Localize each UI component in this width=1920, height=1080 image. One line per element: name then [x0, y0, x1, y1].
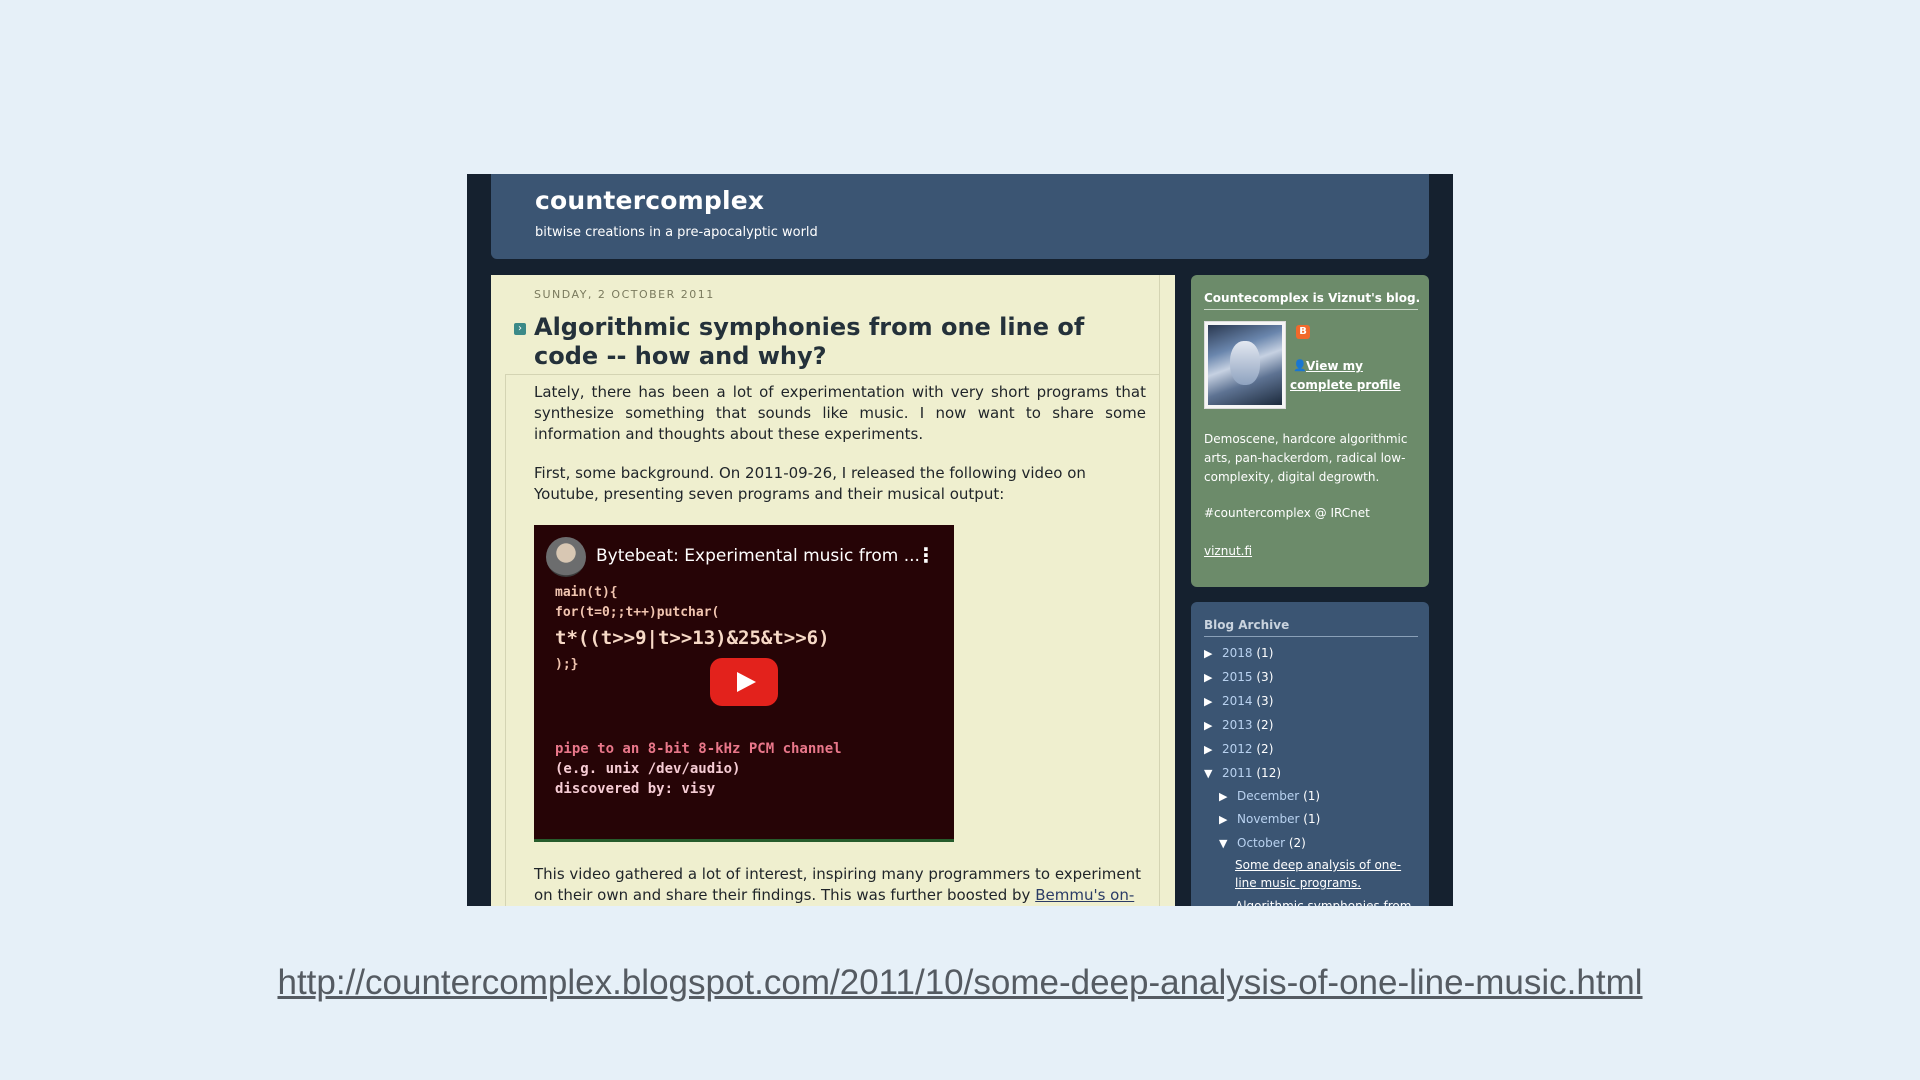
video-code-line: t*((t>>9|t>>13)&25&t>>6) — [555, 627, 830, 649]
expand-arrow-icon[interactable]: ▶ — [1204, 719, 1222, 732]
archive-item-count: (1) — [1303, 812, 1321, 826]
video-code-line: );} — [555, 657, 579, 672]
archive-item-label[interactable]: 2018 — [1222, 646, 1253, 660]
expand-arrow-icon[interactable]: ▶ — [1219, 813, 1237, 826]
collapse-arrow-icon[interactable]: ▼ — [1204, 767, 1222, 780]
profile-irc: #countercomplex @ IRCnet — [1204, 506, 1370, 520]
post-paragraph: This video gathered a lot of interest, i… — [534, 864, 1146, 906]
view-profile-link[interactable]: View my complete profile — [1290, 357, 1420, 395]
archive-item-2012[interactable]: ▶ 2012 (2) — [1204, 742, 1273, 756]
expand-arrow-icon[interactable]: ▶ — [1219, 790, 1237, 803]
post-column-border — [1159, 275, 1160, 906]
video-title[interactable]: Bytebeat: Experimental music from ... — [596, 546, 920, 566]
video-caption-line: pipe to an 8-bit 8-kHz PCM channel — [555, 741, 842, 757]
video-caption-line: (e.g. unix /dev/audio) — [555, 761, 741, 777]
archive-item-2011[interactable]: ▼ 2011 (12) — [1204, 766, 1281, 780]
archive-item-count: (2) — [1256, 718, 1274, 732]
archive-item-count: (3) — [1256, 694, 1274, 708]
archive-item-2015[interactable]: ▶ 2015 (3) — [1204, 670, 1273, 684]
archive-divider — [1204, 636, 1418, 637]
archive-item-december[interactable]: ▶ December (1) — [1219, 789, 1320, 803]
expand-arrow-icon[interactable]: ▶ — [1204, 743, 1222, 756]
archive-item-2014[interactable]: ▶ 2014 (3) — [1204, 694, 1273, 708]
post-paragraph: Lately, there has been a lot of experime… — [534, 383, 1146, 443]
blogger-icon[interactable]: B — [1296, 325, 1310, 339]
youtube-play-icon[interactable] — [710, 658, 778, 706]
post-body-border — [505, 374, 506, 906]
archive-title: Blog Archive — [1204, 618, 1290, 632]
post-bullet-icon: › — [514, 323, 526, 335]
blog-header: countercomplex bitwise creations in a pr… — [491, 174, 1429, 259]
video-code-line: for(t=0;;t++)putchar( — [555, 605, 720, 620]
expand-arrow-icon[interactable]: ▶ — [1204, 695, 1222, 708]
archive-post-link[interactable]: Algorithmic symphonies from — [1235, 897, 1421, 906]
blog-archive-widget: Blog Archive ▶ 2018 (1) ▶ 2015 (3) ▶ 2014 (… — [1191, 602, 1429, 906]
page-url-caption[interactable]: http://countercomplex.blogspot.com/2011/… — [0, 963, 1920, 1003]
archive-item-label[interactable]: December — [1237, 789, 1299, 803]
archive-item-count: (2) — [1288, 836, 1306, 850]
channel-avatar[interactable] — [546, 537, 586, 577]
youtube-video-embed[interactable]: Bytebeat: Experimental music from ... ⋮ … — [534, 525, 954, 842]
archive-item-count: (3) — [1256, 670, 1274, 684]
archive-item-2013[interactable]: ▶ 2013 (2) — [1204, 718, 1273, 732]
more-vert-icon[interactable]: ⋮ — [916, 543, 936, 567]
profile-avatar[interactable] — [1204, 321, 1286, 409]
post-paragraph: First, some background. On 2011-09-26, I… — [534, 464, 1086, 503]
avatar-face — [1230, 341, 1260, 385]
archive-item-label[interactable]: 2013 — [1222, 718, 1253, 732]
expand-arrow-icon[interactable]: ▶ — [1204, 647, 1222, 660]
archive-item-label[interactable]: 2015 — [1222, 670, 1253, 684]
profile-widget: Countecomplex is Viznut's blog. B 👤 View… — [1191, 275, 1429, 587]
archive-item-november[interactable]: ▶ November (1) — [1219, 812, 1320, 826]
blog-screenshot: countercomplex bitwise creations in a pr… — [467, 174, 1453, 906]
site-link[interactable]: viznut.fi — [1204, 544, 1252, 558]
post-date: SUNDAY, 2 OCTOBER 2011 — [534, 288, 715, 301]
post-title[interactable]: Algorithmic symphonies from one line of … — [534, 313, 1134, 371]
blog-description: bitwise creations in a pre-apocalyptic w… — [535, 225, 818, 240]
archive-item-count: (1) — [1303, 789, 1321, 803]
archive-item-count: (1) — [1256, 646, 1274, 660]
video-code-line: main(t){ — [555, 585, 618, 600]
post-column: SUNDAY, 2 OCTOBER 2011 › Algorithmic sym… — [491, 275, 1175, 906]
video-caption-line: discovered by: visy — [555, 781, 716, 797]
profile-divider — [1204, 309, 1418, 310]
profile-about: Demoscene, hardcore algorithmic arts, pa… — [1204, 432, 1408, 484]
archive-item-october[interactable]: ▼ October (2) — [1219, 836, 1306, 850]
archive-item-label[interactable]: 2012 — [1222, 742, 1253, 756]
profile-title: Countecomplex is Viznut's blog. — [1204, 291, 1421, 305]
archive-post-link[interactable]: Some deep analysis of one-line music pro… — [1235, 856, 1421, 892]
archive-item-label[interactable]: November — [1237, 812, 1299, 826]
archive-item-label[interactable]: 2014 — [1222, 694, 1253, 708]
blog-title[interactable]: countercomplex — [535, 186, 764, 215]
archive-item-2018[interactable]: ▶ 2018 (1) — [1204, 646, 1273, 660]
archive-item-label[interactable]: October — [1237, 836, 1285, 850]
archive-item-count: (12) — [1256, 766, 1282, 780]
expand-arrow-icon[interactable]: ▶ — [1204, 671, 1222, 684]
collapse-arrow-icon[interactable]: ▼ — [1219, 837, 1237, 850]
archive-item-label[interactable]: 2011 — [1222, 766, 1253, 780]
archive-item-count: (2) — [1256, 742, 1274, 756]
play-triangle — [737, 672, 756, 692]
avatar-image — [1208, 325, 1282, 405]
post-title-divider — [505, 374, 1159, 375]
